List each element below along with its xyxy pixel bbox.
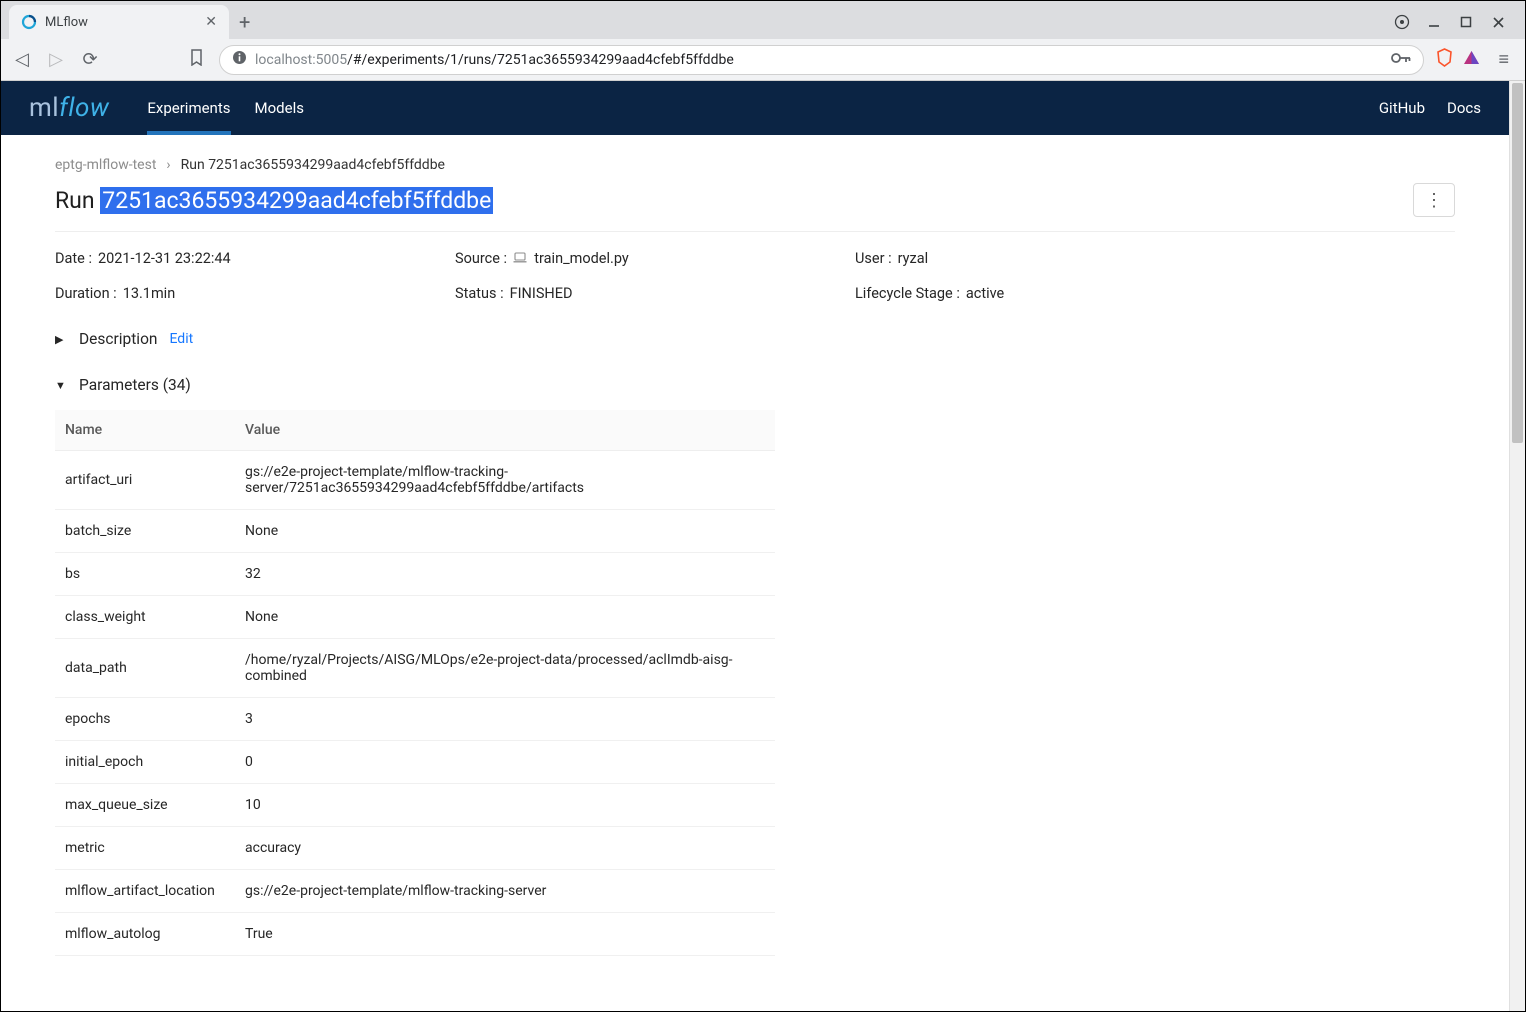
minimize-icon[interactable] <box>1425 13 1443 31</box>
param-value: /home/ryzal/Projects/AISG/MLOps/e2e-proj… <box>235 639 775 698</box>
table-row[interactable]: data_path/home/ryzal/Projects/AISG/MLOps… <box>55 639 775 698</box>
table-row[interactable]: class_weightNone <box>55 596 775 639</box>
breadcrumb-experiment[interactable]: eptg-mlflow-test <box>55 157 156 173</box>
run-id-selected: 7251ac3655934299aad4cfebf5ffddbe <box>100 187 493 214</box>
table-row[interactable]: mlflow_artifact_locationgs://e2e-project… <box>55 870 775 913</box>
param-name: data_path <box>55 639 235 698</box>
meta-user-label: User <box>855 250 892 267</box>
table-row[interactable]: bs32 <box>55 553 775 596</box>
scrollbar[interactable] <box>1509 81 1525 1011</box>
close-window-icon[interactable] <box>1489 13 1507 31</box>
run-metadata: Date 2021-12-31 23:22:44 Source train_mo… <box>55 250 1455 302</box>
edit-description-link[interactable]: Edit <box>169 331 193 347</box>
param-name: batch_size <box>55 510 235 553</box>
site-info-icon[interactable] <box>232 50 247 69</box>
meta-date-value: 2021-12-31 23:22:44 <box>98 250 231 267</box>
table-row[interactable]: batch_sizeNone <box>55 510 775 553</box>
param-name: class_weight <box>55 596 235 639</box>
mlflow-logo[interactable]: mlflow <box>29 93 109 123</box>
nav-github[interactable]: GitHub <box>1379 99 1425 117</box>
table-row[interactable]: max_queue_size10 <box>55 784 775 827</box>
param-name: initial_epoch <box>55 741 235 784</box>
browser-tab-strip: MLflow ✕ + <box>1 1 1525 39</box>
key-icon[interactable] <box>1391 52 1411 68</box>
table-row[interactable]: epochs3 <box>55 698 775 741</box>
param-value: True <box>235 913 775 956</box>
param-value: gs://e2e-project-template/mlflow-trackin… <box>235 451 775 510</box>
nav-experiments[interactable]: Experiments <box>147 81 230 135</box>
browser-menu-icon[interactable]: ≡ <box>1492 49 1515 70</box>
param-name: max_queue_size <box>55 784 235 827</box>
breadcrumb-current: Run 7251ac3655934299aad4cfebf5ffddbe <box>181 157 445 173</box>
meta-source-label: Source <box>455 250 507 267</box>
meta-duration-label: Duration <box>55 285 117 302</box>
caret-right-icon[interactable]: ▶ <box>55 333 67 346</box>
meta-lifecycle-label: Lifecycle Stage <box>855 285 960 302</box>
chevron-right-icon: › <box>166 157 170 173</box>
incognito-icon[interactable] <box>1393 13 1411 31</box>
param-name: bs <box>55 553 235 596</box>
param-name: mlflow_artifact_location <box>55 870 235 913</box>
app-viewport: mlflow Experiments Models GitHub Docs ep… <box>1 81 1509 1011</box>
nav-models[interactable]: Models <box>255 81 304 135</box>
param-value: 0 <box>235 741 775 784</box>
meta-user-value: ryzal <box>898 250 929 267</box>
laptop-icon <box>513 252 530 267</box>
page-title: Run 7251ac3655934299aad4cfebf5ffddbe <box>55 187 493 214</box>
meta-date-label: Date <box>55 250 92 267</box>
param-value: accuracy <box>235 827 775 870</box>
param-value: 32 <box>235 553 775 596</box>
col-header-value[interactable]: Value <box>235 410 775 451</box>
back-button[interactable]: ◁ <box>11 49 33 70</box>
reload-button[interactable]: ⟳ <box>79 49 101 70</box>
tab-close-icon[interactable]: ✕ <box>205 14 217 30</box>
table-row[interactable]: artifact_urigs://e2e-project-template/ml… <box>55 451 775 510</box>
table-row[interactable]: mlflow_autologTrue <box>55 913 775 956</box>
param-value: None <box>235 510 775 553</box>
meta-duration-value: 13.1min <box>123 285 176 302</box>
meta-lifecycle-value: active <box>966 285 1004 302</box>
param-value: 10 <box>235 784 775 827</box>
param-name: epochs <box>55 698 235 741</box>
bookmark-icon[interactable] <box>185 49 207 71</box>
breadcrumb: eptg-mlflow-test › Run 7251ac3655934299a… <box>55 157 1455 173</box>
brave-shield-icon[interactable] <box>1436 48 1453 71</box>
nav-docs[interactable]: Docs <box>1447 99 1481 117</box>
param-name: mlflow_autolog <box>55 913 235 956</box>
new-tab-button[interactable]: + <box>229 10 260 34</box>
brave-rewards-icon[interactable] <box>1463 50 1480 70</box>
param-value: 3 <box>235 698 775 741</box>
run-actions-menu[interactable]: ⋮ <box>1413 183 1455 217</box>
address-bar[interactable]: localhost:5005/#/experiments/1/runs/7251… <box>219 45 1424 75</box>
extension-icons <box>1436 48 1480 71</box>
meta-source-value: train_model.py <box>513 250 629 267</box>
table-row[interactable]: metricaccuracy <box>55 827 775 870</box>
caret-down-icon[interactable]: ▼ <box>55 379 67 392</box>
forward-button[interactable]: ▷ <box>45 49 67 70</box>
section-description-title: Description <box>79 330 157 348</box>
mlflow-header: mlflow Experiments Models GitHub Docs <box>1 81 1509 135</box>
scrollbar-thumb[interactable] <box>1512 83 1523 443</box>
browser-tab[interactable]: MLflow ✕ <box>9 5 229 39</box>
param-value: gs://e2e-project-template/mlflow-trackin… <box>235 870 775 913</box>
meta-status-value: FINISHED <box>510 285 573 302</box>
url-text: localhost:5005/#/experiments/1/runs/7251… <box>255 52 1383 68</box>
col-header-name[interactable]: Name <box>55 410 235 451</box>
separator <box>55 231 1455 232</box>
maximize-icon[interactable] <box>1457 13 1475 31</box>
meta-status-label: Status <box>455 285 504 302</box>
browser-toolbar: ◁ ▷ ⟳ localhost:5005/#/experiments/1/run… <box>1 39 1525 81</box>
mlflow-favicon <box>21 14 37 30</box>
tab-title: MLflow <box>45 15 197 30</box>
window-controls <box>1393 13 1517 31</box>
parameters-table: Name Value artifact_urigs://e2e-project-… <box>55 410 775 956</box>
table-row[interactable]: initial_epoch0 <box>55 741 775 784</box>
section-parameters-title: Parameters (34) <box>79 376 191 394</box>
param-name: metric <box>55 827 235 870</box>
param-value: None <box>235 596 775 639</box>
param-name: artifact_uri <box>55 451 235 510</box>
